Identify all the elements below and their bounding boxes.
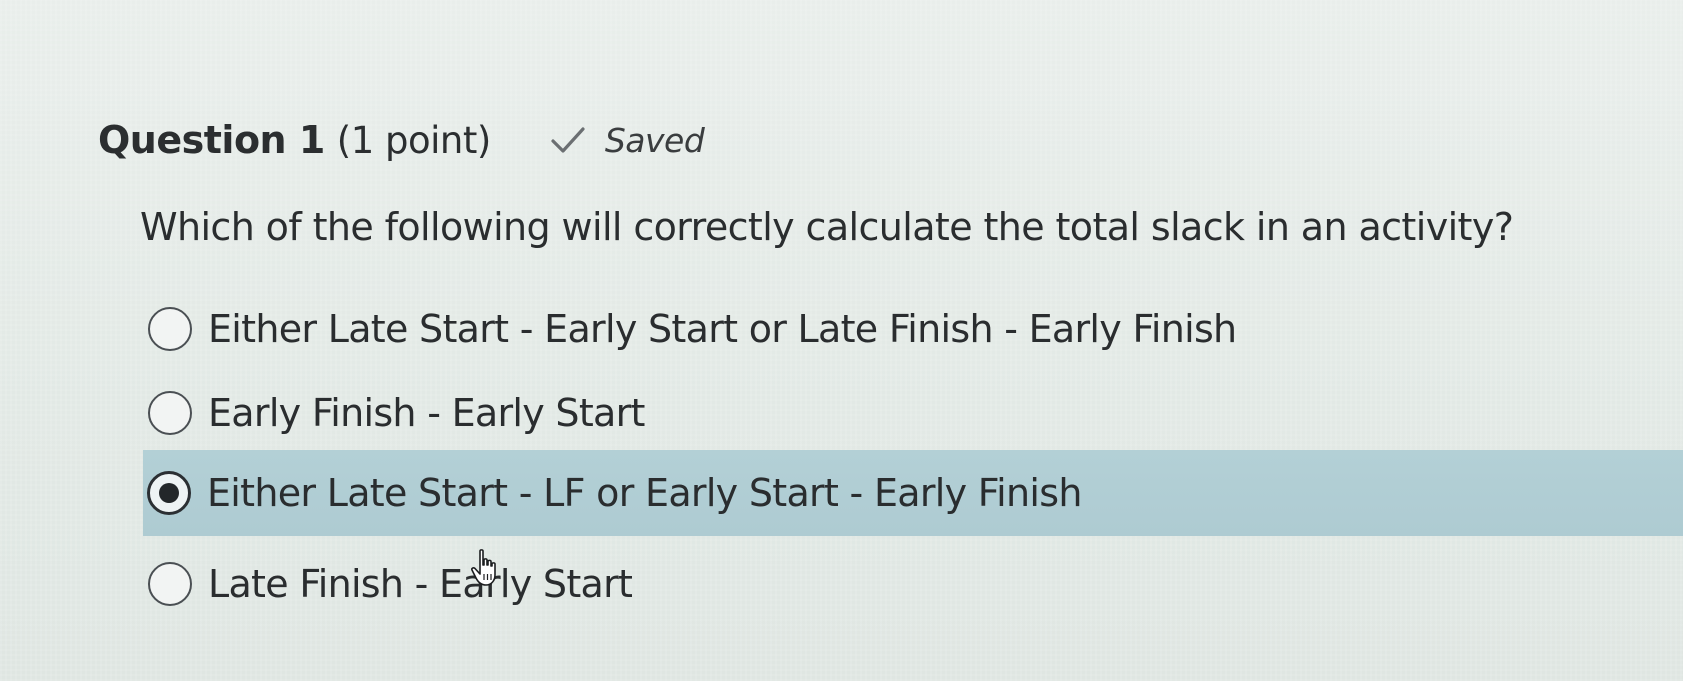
radio-button-1[interactable] [148,307,192,351]
answer-option-1[interactable]: Either Late Start - Early Start or Late … [144,289,1237,369]
radio-selected-dot [159,483,179,503]
quiz-page: Question 1 (1 point) Saved Which of the … [0,0,1683,681]
question-title: Question 1 [98,118,325,162]
check-icon [551,127,585,153]
answer-option-4-label[interactable]: Late Finish - Early Start [208,562,633,606]
radio-button-4[interactable] [148,562,192,606]
answer-option-3[interactable]: Either Late Start - LF or Early Start - … [143,450,1683,536]
question-prompt: Which of the following will correctly ca… [140,205,1514,249]
answer-option-4[interactable]: Late Finish - Early Start [144,544,633,624]
radio-button-3[interactable] [147,471,191,515]
saved-label: Saved [604,120,705,160]
hand-pointer-icon [471,549,496,586]
question-points: (1 point) [336,118,492,162]
answer-option-2[interactable]: Early Finish - Early Start [144,373,645,453]
saved-status: Saved [549,120,705,160]
answer-option-2-label[interactable]: Early Finish - Early Start [208,391,645,435]
radio-button-2[interactable] [148,391,192,435]
answer-option-1-label[interactable]: Either Late Start - Early Start or Late … [208,307,1237,351]
question-header: Question 1 (1 point) Saved [98,112,705,168]
answer-option-3-label[interactable]: Either Late Start - LF or Early Start - … [207,471,1082,515]
